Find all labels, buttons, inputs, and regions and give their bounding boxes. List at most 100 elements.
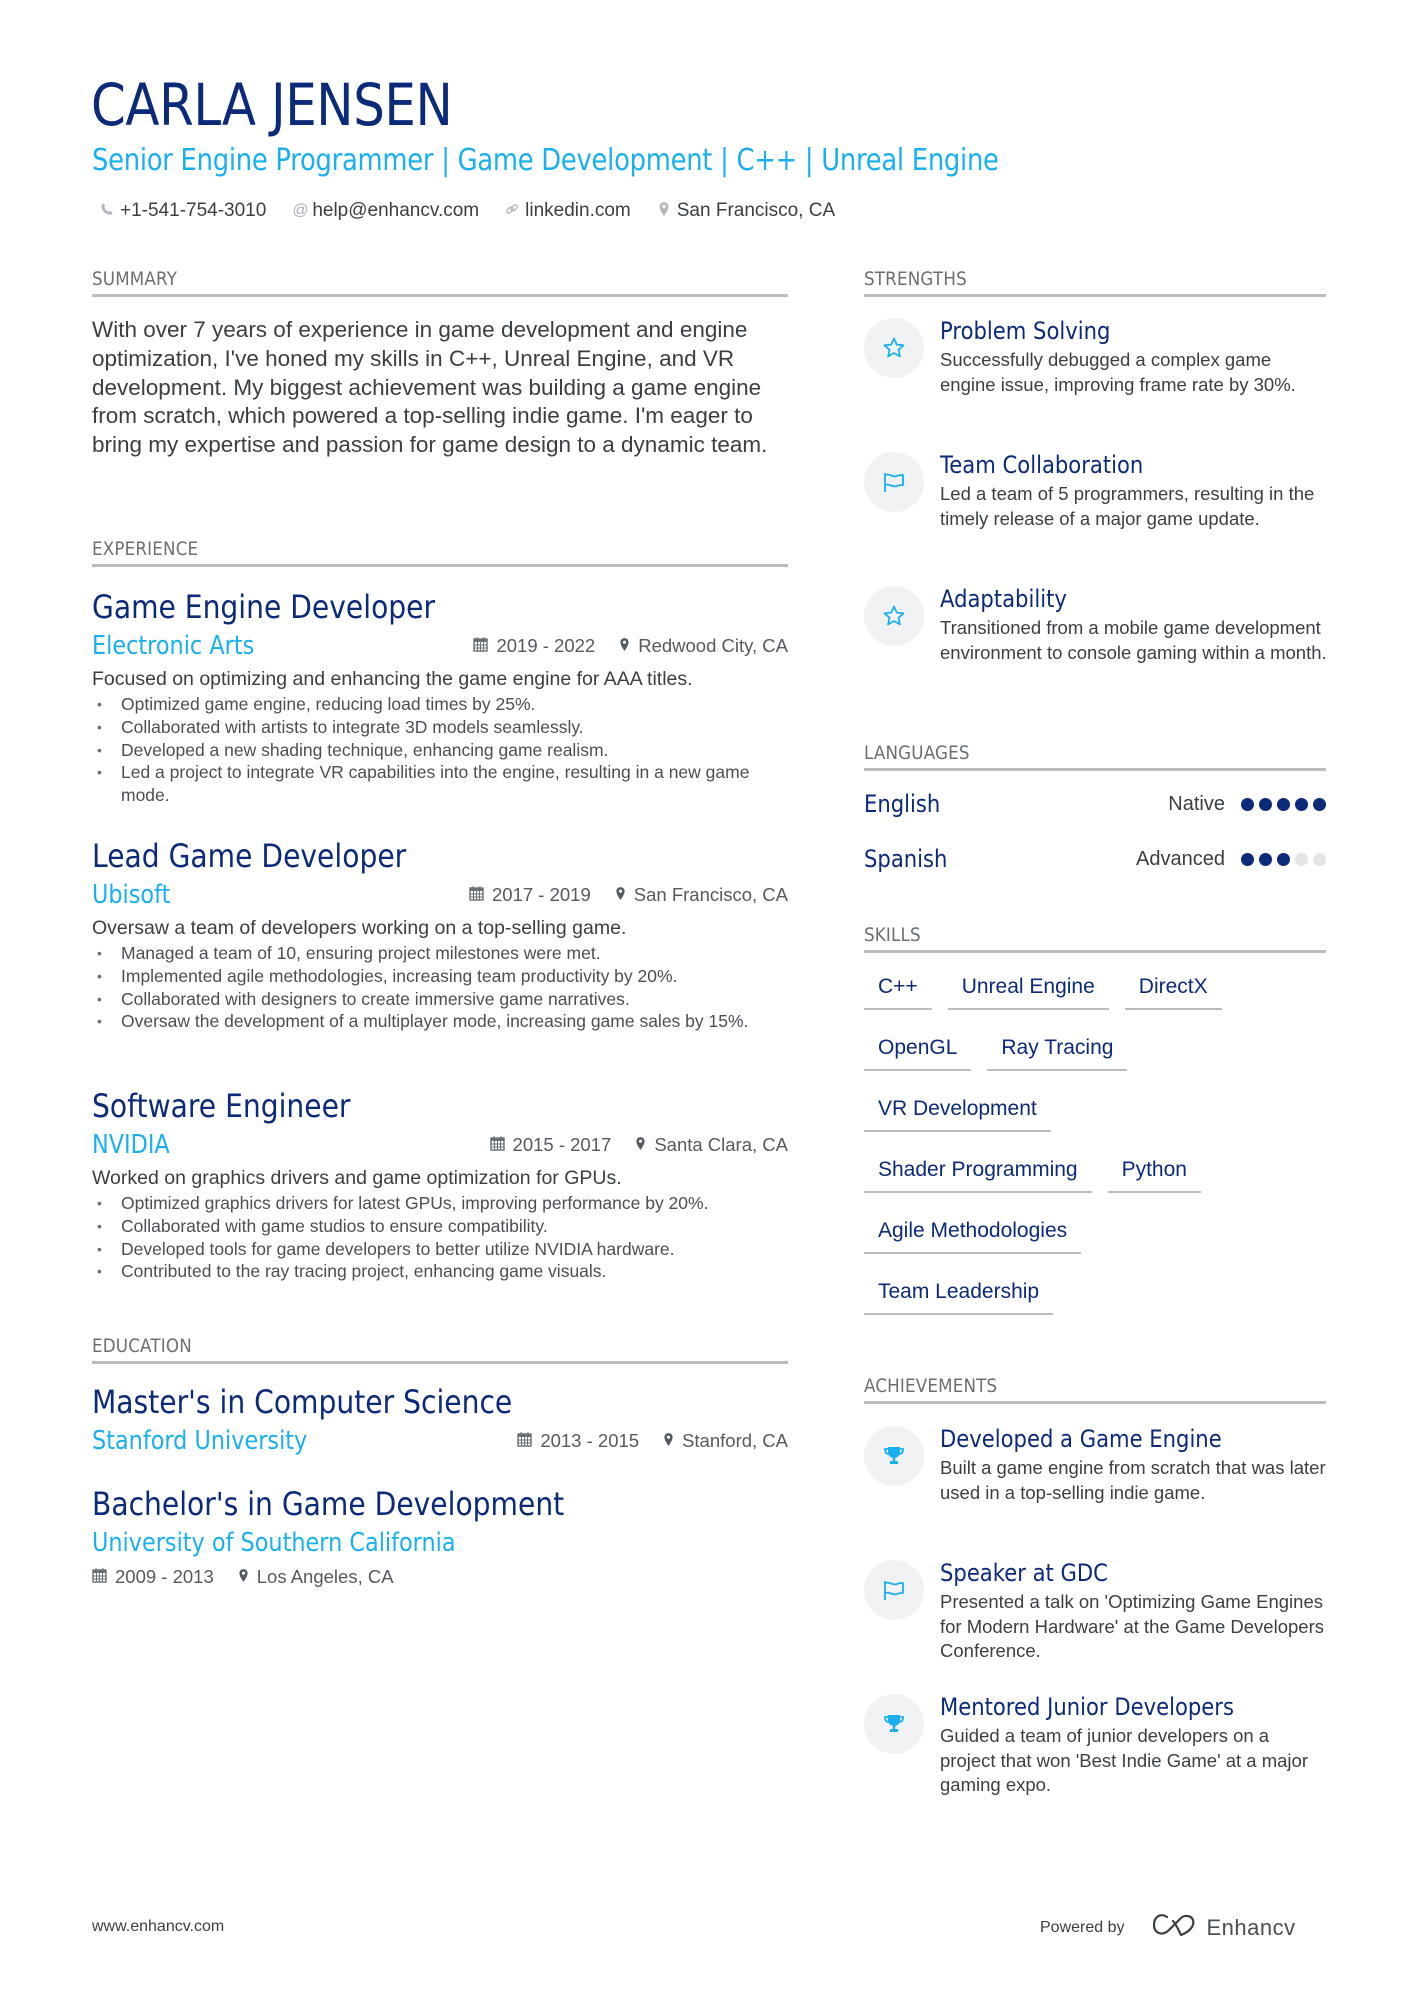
strength-title: Team Collaboration (940, 451, 1144, 479)
calendar-icon (92, 1567, 107, 1587)
section-heading-strengths: Strengths (864, 268, 967, 290)
contact-phone[interactable]: +1-541-754-3010 (100, 200, 266, 222)
skill-tag: Shader Programming (864, 1152, 1092, 1193)
flag-icon (864, 452, 924, 512)
degree-title: Master's in Computer Science (92, 1383, 513, 1421)
language-rating (1241, 797, 1326, 811)
skill-tag: Python (1107, 1152, 1201, 1193)
link-icon (505, 202, 519, 221)
skill-tag: Team Leadership (864, 1274, 1054, 1315)
skill-tag: OpenGL (864, 1030, 972, 1071)
language-name: Spanish (864, 845, 948, 873)
rating-dot-empty (1313, 852, 1326, 866)
education-dates: 2013 - 2015 (540, 1430, 640, 1451)
strength-title: Adaptability (940, 585, 1067, 613)
bullet-item: Collaborated with game studios to ensure… (92, 1215, 788, 1238)
bullet-item: Optimized game engine, reducing load tim… (92, 693, 788, 716)
calendar-icon (469, 885, 484, 905)
section-divider (864, 1401, 1326, 1404)
job-dates: 2017 - 2019 (492, 884, 591, 905)
trophy-icon (864, 1694, 924, 1754)
section-heading-summary: Summary (92, 268, 178, 290)
achievement-item: Mentored Junior Developers Guided a team… (864, 1692, 1328, 1798)
skill-tag: Unreal Engine (947, 969, 1109, 1010)
strength-description: Led a team of 5 programmers, resulting i… (940, 483, 1315, 529)
section-divider (864, 768, 1326, 771)
powered-by-label: Powered by (1040, 1918, 1125, 1936)
enhancv-brand-name: Enhancv (1206, 1914, 1296, 1940)
star-icon (864, 318, 924, 378)
strength-item: Adaptability Transitioned from a mobile … (864, 584, 1328, 665)
contact-linkedin[interactable]: linkedin.com (505, 200, 631, 222)
job-description: Oversaw a team of developers working on … (92, 917, 627, 939)
job-location: San Francisco, CA (633, 884, 788, 905)
location-pin-icon (663, 1432, 674, 1451)
section-divider (92, 294, 788, 297)
section-heading-achievements: Achievements (864, 1375, 998, 1397)
company-name: NVIDIA (92, 1130, 170, 1160)
flag-icon (864, 1560, 924, 1620)
achievement-title: Developed a Game Engine (940, 1425, 1222, 1453)
section-heading-education: Education (92, 1335, 192, 1357)
phone-icon (100, 202, 114, 221)
calendar-icon (489, 1135, 505, 1155)
strength-item: Team Collaboration Led a team of 5 progr… (864, 450, 1328, 531)
job-bullets: Optimized game engine, reducing load tim… (92, 693, 788, 807)
summary-text: With over 7 years of experience in game … (92, 317, 768, 458)
star-icon (864, 586, 924, 646)
section-divider (864, 950, 1326, 953)
location-pin-icon (635, 1136, 646, 1155)
location-pin-icon (619, 637, 630, 656)
calendar-icon (473, 636, 489, 656)
bullet-item: Optimized graphics drivers for latest GP… (92, 1192, 788, 1215)
bullet-item: Implemented agile methodologies, increas… (92, 965, 788, 988)
location-pin-icon (615, 886, 626, 905)
skill-tag: Ray Tracing (987, 1030, 1128, 1071)
degree-title: Bachelor's in Game Development (92, 1485, 565, 1523)
job-dates: 2015 - 2017 (512, 1134, 612, 1155)
language-name: English (864, 790, 941, 818)
education-dates: 2009 - 2013 (115, 1566, 214, 1587)
bullet-item: Collaborated with designers to create im… (92, 988, 788, 1011)
job-bullets: Optimized graphics drivers for latest GP… (92, 1192, 788, 1283)
achievement-item: Speaker at GDC Presented a talk on 'Opti… (864, 1558, 1328, 1664)
job-dates: 2019 - 2022 (496, 635, 596, 656)
job-location: Redwood City, CA (638, 635, 788, 656)
location-pin-icon (657, 201, 671, 222)
enhancv-logo[interactable]: Enhancv (1151, 1912, 1296, 1943)
rating-dot-filled (1241, 797, 1254, 811)
section-heading-experience: Experience (92, 538, 199, 560)
section-divider (864, 294, 1326, 297)
achievement-description: Built a game engine from scratch that wa… (940, 1457, 1326, 1503)
skill-tag: Agile Methodologies (864, 1213, 1082, 1254)
enhancv-logo-icon (1151, 1912, 1197, 1943)
bullet-item: Developed tools for game developers to b… (92, 1238, 788, 1261)
bullet-item: Managed a team of 10, ensuring project m… (92, 942, 788, 965)
rating-dot-filled (1295, 797, 1308, 811)
bullet-item: Collaborated with artists to integrate 3… (92, 716, 788, 739)
section-heading-skills: Skills (864, 924, 921, 946)
education-location: Stanford, CA (682, 1430, 788, 1451)
rating-dot-filled (1313, 797, 1326, 811)
language-rating (1241, 852, 1326, 866)
job-title: Software Engineer (92, 1087, 351, 1125)
job-description: Worked on graphics drivers and game opti… (92, 1167, 622, 1189)
footer-branding: Powered by Enhancv (1040, 1912, 1296, 1943)
rating-dot-empty (1295, 852, 1308, 866)
achievement-title: Speaker at GDC (940, 1559, 1108, 1587)
trophy-icon (864, 1426, 924, 1486)
job-location: Santa Clara, CA (654, 1134, 788, 1155)
company-name: Electronic Arts (92, 631, 255, 661)
experience-entry: Game Engine Developer Electronic Arts 20… (92, 587, 788, 807)
contact-email[interactable]: @ help@enhancv.com (292, 200, 479, 222)
bullet-item: Oversaw the development of a multiplayer… (92, 1010, 788, 1033)
footer-website-link[interactable]: www.enhancv.com (92, 1918, 224, 1936)
strength-title: Problem Solving (940, 317, 1111, 345)
at-icon: @ (292, 202, 309, 219)
achievement-item: Developed a Game Engine Built a game eng… (864, 1424, 1328, 1505)
experience-entry: Lead Game Developer Ubisoft 2017 - 2019 … (92, 836, 788, 1033)
rating-dot-filled (1277, 852, 1290, 866)
skill-tag: C++ (864, 969, 932, 1010)
language-item: Spanish Advanced (864, 845, 1326, 873)
education-location: Los Angeles, CA (256, 1566, 394, 1587)
